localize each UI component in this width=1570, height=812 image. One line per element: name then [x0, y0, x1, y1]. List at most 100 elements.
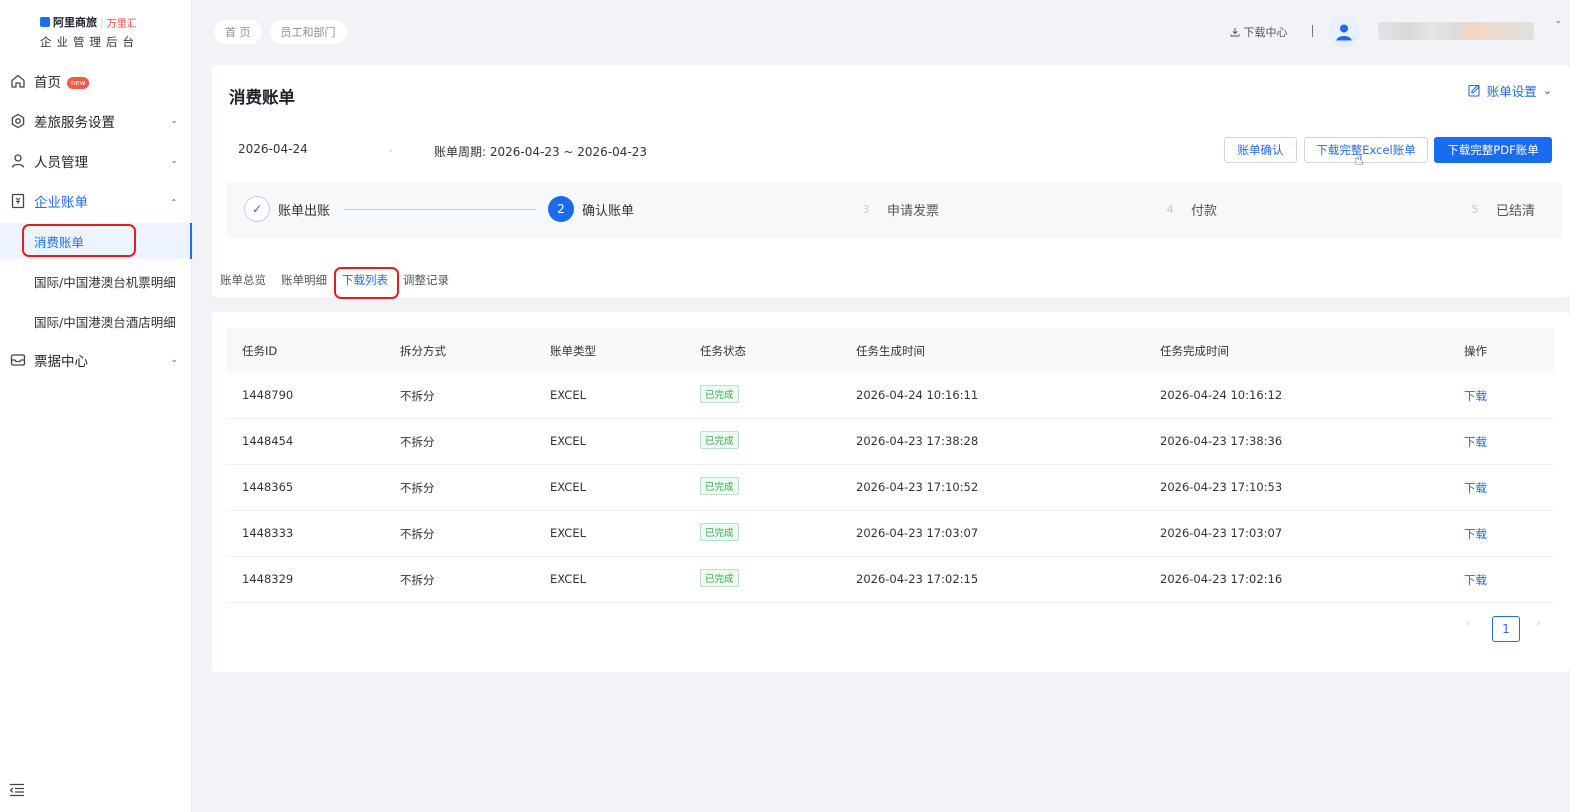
pointer-cursor-icon: ☝	[1354, 150, 1364, 169]
chevron-down-icon: ⌄	[170, 355, 178, 365]
pagination-page[interactable]: 1	[1492, 616, 1520, 642]
collapse-sidebar-icon[interactable]	[9, 783, 25, 797]
column-header: 任务完成时间	[1160, 344, 1229, 358]
sidebar-item-label: 差旅服务设置	[34, 115, 115, 131]
download-link[interactable]: 下载	[1464, 572, 1487, 588]
bill-tabs: 账单总览 账单明细 下载列表 调整记录	[220, 272, 449, 288]
chevron-down-icon[interactable]: ⌄	[1554, 16, 1562, 26]
sidebar-item-label: 票据中心	[34, 354, 88, 370]
table-row: 1448329 不拆分 EXCEL 已完成 2026-04-23 17:02:1…	[226, 557, 1554, 603]
column-header: 任务状态	[700, 344, 746, 358]
breadcrumb-home[interactable]: 首 页	[214, 20, 262, 44]
sidebar-item-label: 消费账单	[34, 234, 85, 250]
chevron-down-icon: ⌄	[1542, 84, 1552, 97]
step-label: 付款	[1191, 203, 1218, 219]
user-name-blurred[interactable]	[1378, 22, 1534, 40]
step-billed: ✓ 账单出账	[244, 196, 330, 222]
step-settled: 5 已结清	[1462, 196, 1536, 222]
logo: 阿里商旅 | 万里汇 企业管理后台	[40, 14, 152, 50]
bill-date-select[interactable]: 2026-04-24 ⌄	[226, 137, 406, 165]
tab-overview[interactable]: 账单总览	[220, 272, 266, 288]
step-label: 账单出账	[278, 203, 331, 219]
table-row: 1448365 不拆分 EXCEL 已完成 2026-04-23 17:10:5…	[226, 465, 1554, 511]
table-header: 任务ID 拆分方式 账单类型 任务状态 任务生成时间 任务完成时间 操作	[226, 328, 1554, 372]
tab-adjustments[interactable]: 调整记录	[403, 272, 449, 288]
tab-details[interactable]: 账单明细	[281, 272, 327, 288]
sidebar-item-home[interactable]: 首页 new	[0, 63, 192, 99]
ticket-icon	[9, 352, 26, 369]
download-link[interactable]: 下载	[1464, 480, 1487, 496]
bill-date-value: 2026-04-24	[238, 142, 308, 156]
step-payment: 4 付款	[1157, 196, 1218, 222]
split-mode: 不拆分	[400, 573, 435, 587]
step-number: 3	[862, 202, 870, 216]
user-icon	[9, 153, 26, 170]
status-badge: 已完成	[700, 569, 739, 587]
logo-mark-icon	[40, 17, 50, 27]
split-mode: 不拆分	[400, 435, 435, 449]
step-invoice: 3 申请发票	[853, 196, 940, 222]
bill-panel: 消费账单 账单设置 ⌄ 2026-04-24 ⌄ 账单周期: 2026-04-2…	[212, 65, 1570, 297]
finished-time: 2026-04-23 17:02:16	[1160, 572, 1283, 586]
sidebar-item-enterprise-bill[interactable]: 企业账单 ⌄	[0, 183, 192, 219]
task-id: 1448790	[242, 388, 294, 402]
download-excel-button[interactable]: 下载完整Excel账单	[1304, 137, 1428, 163]
edit-icon	[1468, 84, 1480, 97]
column-header: 任务ID	[242, 344, 278, 358]
step-number: 4	[1166, 202, 1174, 216]
sidebar: 阿里商旅 | 万里汇 企业管理后台 首页 new 差旅服务设置 ⌄ 人员管理 ⌄ …	[0, 0, 192, 812]
split-mode: 不拆分	[400, 527, 435, 541]
sidebar-item-travel-settings[interactable]: 差旅服务设置 ⌄	[0, 103, 192, 139]
bill-type: EXCEL	[550, 480, 587, 494]
new-badge: new	[67, 77, 90, 89]
created-time: 2026-04-23 17:10:52	[856, 480, 979, 494]
download-link[interactable]: 下载	[1464, 434, 1487, 450]
status-badge: 已完成	[700, 431, 739, 449]
tab-download-list[interactable]: 下载列表	[342, 272, 388, 288]
bill-confirm-button[interactable]: 账单确认	[1224, 137, 1297, 163]
step-number: 2	[548, 196, 574, 222]
sidebar-item-consumption-bill[interactable]: 消费账单	[0, 223, 192, 259]
settings-icon	[9, 113, 26, 130]
bill-icon	[9, 193, 26, 210]
created-time: 2026-04-24 10:16:11	[856, 388, 979, 402]
step-label: 已结清	[1496, 203, 1536, 219]
download-link[interactable]: 下载	[1464, 388, 1487, 404]
bill-steps: ✓ 账单出账 2 确认账单 3 申请发票 4 付款 5 已结清	[226, 182, 1562, 238]
finished-time: 2026-04-23 17:38:36	[1160, 434, 1283, 448]
download-link[interactable]: 下载	[1464, 526, 1487, 542]
sidebar-item-people[interactable]: 人员管理 ⌄	[0, 143, 192, 179]
bill-type: EXCEL	[550, 434, 587, 448]
breadcrumb-staff[interactable]: 员工和部门	[269, 20, 347, 44]
column-header: 操作	[1464, 344, 1487, 358]
created-time: 2026-04-23 17:03:07	[856, 526, 979, 540]
logo-brand: 阿里商旅	[53, 16, 97, 29]
table-row: 1448454 不拆分 EXCEL 已完成 2026-04-23 17:38:2…	[226, 419, 1554, 465]
step-label: 确认账单	[582, 203, 635, 219]
task-id: 1448365	[242, 480, 294, 494]
chevron-down-icon: ⌄	[387, 145, 394, 154]
column-header: 账单类型	[550, 344, 596, 358]
sidebar-item-label: 国际/中国港澳台酒店明细	[34, 314, 176, 330]
logo-partner: 万里汇	[106, 18, 137, 30]
column-header: 任务生成时间	[856, 344, 925, 358]
bill-settings-button[interactable]: 账单设置 ⌄	[1468, 81, 1552, 100]
sidebar-item-label: 国际/中国港澳台机票明细	[34, 274, 176, 290]
split-mode: 不拆分	[400, 481, 435, 495]
page-title: 消费账单	[229, 88, 295, 107]
download-center-link[interactable]: 下载中心	[1230, 24, 1288, 40]
status-badge: 已完成	[700, 477, 739, 495]
finished-time: 2026-04-24 10:16:12	[1160, 388, 1283, 402]
chevron-down-icon: ⌄	[170, 116, 178, 126]
download-pdf-button[interactable]: 下载完整PDF账单	[1434, 137, 1552, 163]
sidebar-item-intl-flight[interactable]: 国际/中国港澳台机票明细	[0, 263, 192, 299]
avatar[interactable]	[1328, 16, 1360, 48]
table-row: 1448333 不拆分 EXCEL 已完成 2026-04-23 17:03:0…	[226, 511, 1554, 557]
pagination-next[interactable]: ›	[1536, 616, 1541, 630]
table-row: 1448790 不拆分 EXCEL 已完成 2026-04-24 10:16:1…	[226, 373, 1554, 419]
column-header: 拆分方式	[400, 344, 446, 358]
pagination-prev[interactable]: ‹	[1466, 616, 1471, 630]
home-icon	[9, 73, 26, 90]
sidebar-item-invoice-center[interactable]: 票据中心 ⌄	[0, 342, 192, 378]
sidebar-item-intl-hotel[interactable]: 国际/中国港澳台酒店明细	[0, 303, 192, 339]
